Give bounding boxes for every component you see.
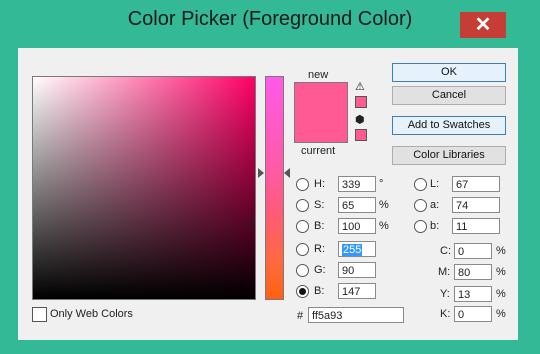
c-unit: % bbox=[496, 245, 506, 257]
only-web-colors-checkbox[interactable] bbox=[32, 307, 47, 322]
s-label: S: bbox=[314, 199, 325, 211]
r-input[interactable]: 255 bbox=[338, 241, 376, 257]
radio-s[interactable] bbox=[296, 199, 309, 212]
window-title: Color Picker (Foreground Color) bbox=[127, 8, 413, 30]
color-picker-window: Color Picker (Foreground Color) ✕ new cu… bbox=[0, 0, 540, 354]
m-unit: % bbox=[496, 266, 506, 278]
dialog-body: new current ⚠ ⬢ OK Cancel Add to Swatche… bbox=[18, 48, 518, 340]
radio-r[interactable] bbox=[296, 243, 309, 256]
only-web-colors-label: Only Web Colors bbox=[50, 308, 133, 320]
b-unit: % bbox=[379, 220, 389, 232]
m-label: M: bbox=[438, 266, 451, 278]
title-bar[interactable]: Color Picker (Foreground Color) ✕ bbox=[0, 0, 540, 40]
radio-l[interactable] bbox=[414, 178, 427, 191]
close-button[interactable]: ✕ bbox=[460, 12, 506, 38]
r-label: R: bbox=[314, 243, 325, 255]
current-color-swatch[interactable] bbox=[294, 112, 348, 143]
h-input[interactable]: 339 bbox=[338, 176, 376, 192]
lab-b-label: b: bbox=[430, 220, 440, 232]
s-input[interactable]: 65 bbox=[338, 197, 376, 213]
add-to-swatches-button[interactable]: Add to Swatches bbox=[392, 116, 506, 135]
gamut-warning-swatch[interactable] bbox=[355, 96, 367, 108]
cube-icon[interactable]: ⬢ bbox=[355, 115, 365, 126]
new-label: new bbox=[308, 69, 329, 81]
web-safe-swatch[interactable] bbox=[355, 129, 367, 141]
hex-input[interactable]: ff5a93 bbox=[308, 307, 404, 323]
y-unit: % bbox=[496, 288, 506, 300]
g-input[interactable]: 90 bbox=[338, 262, 376, 278]
lab-b-input[interactable]: 11 bbox=[452, 218, 500, 234]
h-label: H: bbox=[314, 178, 325, 190]
blue-input[interactable]: 147 bbox=[338, 283, 376, 299]
l-label: L: bbox=[430, 178, 440, 190]
c-input[interactable]: 0 bbox=[454, 243, 492, 259]
hex-label: # bbox=[297, 310, 304, 322]
hue-slider[interactable] bbox=[265, 76, 284, 300]
b-input[interactable]: 100 bbox=[338, 218, 376, 234]
radio-a[interactable] bbox=[414, 199, 427, 212]
blue-label: B: bbox=[314, 285, 325, 297]
k-label: K: bbox=[440, 308, 451, 320]
k-input[interactable]: 0 bbox=[454, 306, 492, 322]
current-label: current bbox=[301, 145, 336, 157]
new-color-swatch bbox=[294, 82, 348, 113]
a-label: a: bbox=[430, 199, 440, 211]
cancel-button[interactable]: Cancel bbox=[392, 86, 506, 105]
y-input[interactable]: 13 bbox=[454, 286, 492, 302]
slider-arrow-left-icon[interactable] bbox=[258, 168, 264, 178]
m-input[interactable]: 80 bbox=[454, 264, 492, 280]
b-label: B: bbox=[314, 220, 325, 232]
radio-b[interactable] bbox=[296, 220, 309, 233]
radio-blue[interactable] bbox=[296, 285, 309, 298]
close-icon: ✕ bbox=[474, 14, 492, 36]
radio-lab-b[interactable] bbox=[414, 220, 427, 233]
a-input[interactable]: 74 bbox=[452, 197, 500, 213]
warning-triangle-icon[interactable]: ⚠ bbox=[355, 82, 365, 93]
y-label: Y: bbox=[440, 288, 450, 300]
r-input-selection: 255 bbox=[342, 244, 363, 256]
k-unit: % bbox=[496, 308, 506, 320]
radio-h[interactable] bbox=[296, 178, 309, 191]
c-label: C: bbox=[440, 245, 451, 257]
slider-arrow-right-icon[interactable] bbox=[284, 168, 290, 178]
radio-g[interactable] bbox=[296, 264, 309, 277]
color-libraries-button[interactable]: Color Libraries bbox=[392, 146, 506, 165]
h-unit: ° bbox=[379, 178, 384, 190]
g-label: G: bbox=[314, 264, 326, 276]
color-field[interactable] bbox=[32, 76, 256, 300]
s-unit: % bbox=[379, 199, 389, 211]
ok-button[interactable]: OK bbox=[392, 63, 506, 82]
color-field-marker[interactable] bbox=[245, 217, 255, 227]
l-input[interactable]: 67 bbox=[452, 176, 500, 192]
